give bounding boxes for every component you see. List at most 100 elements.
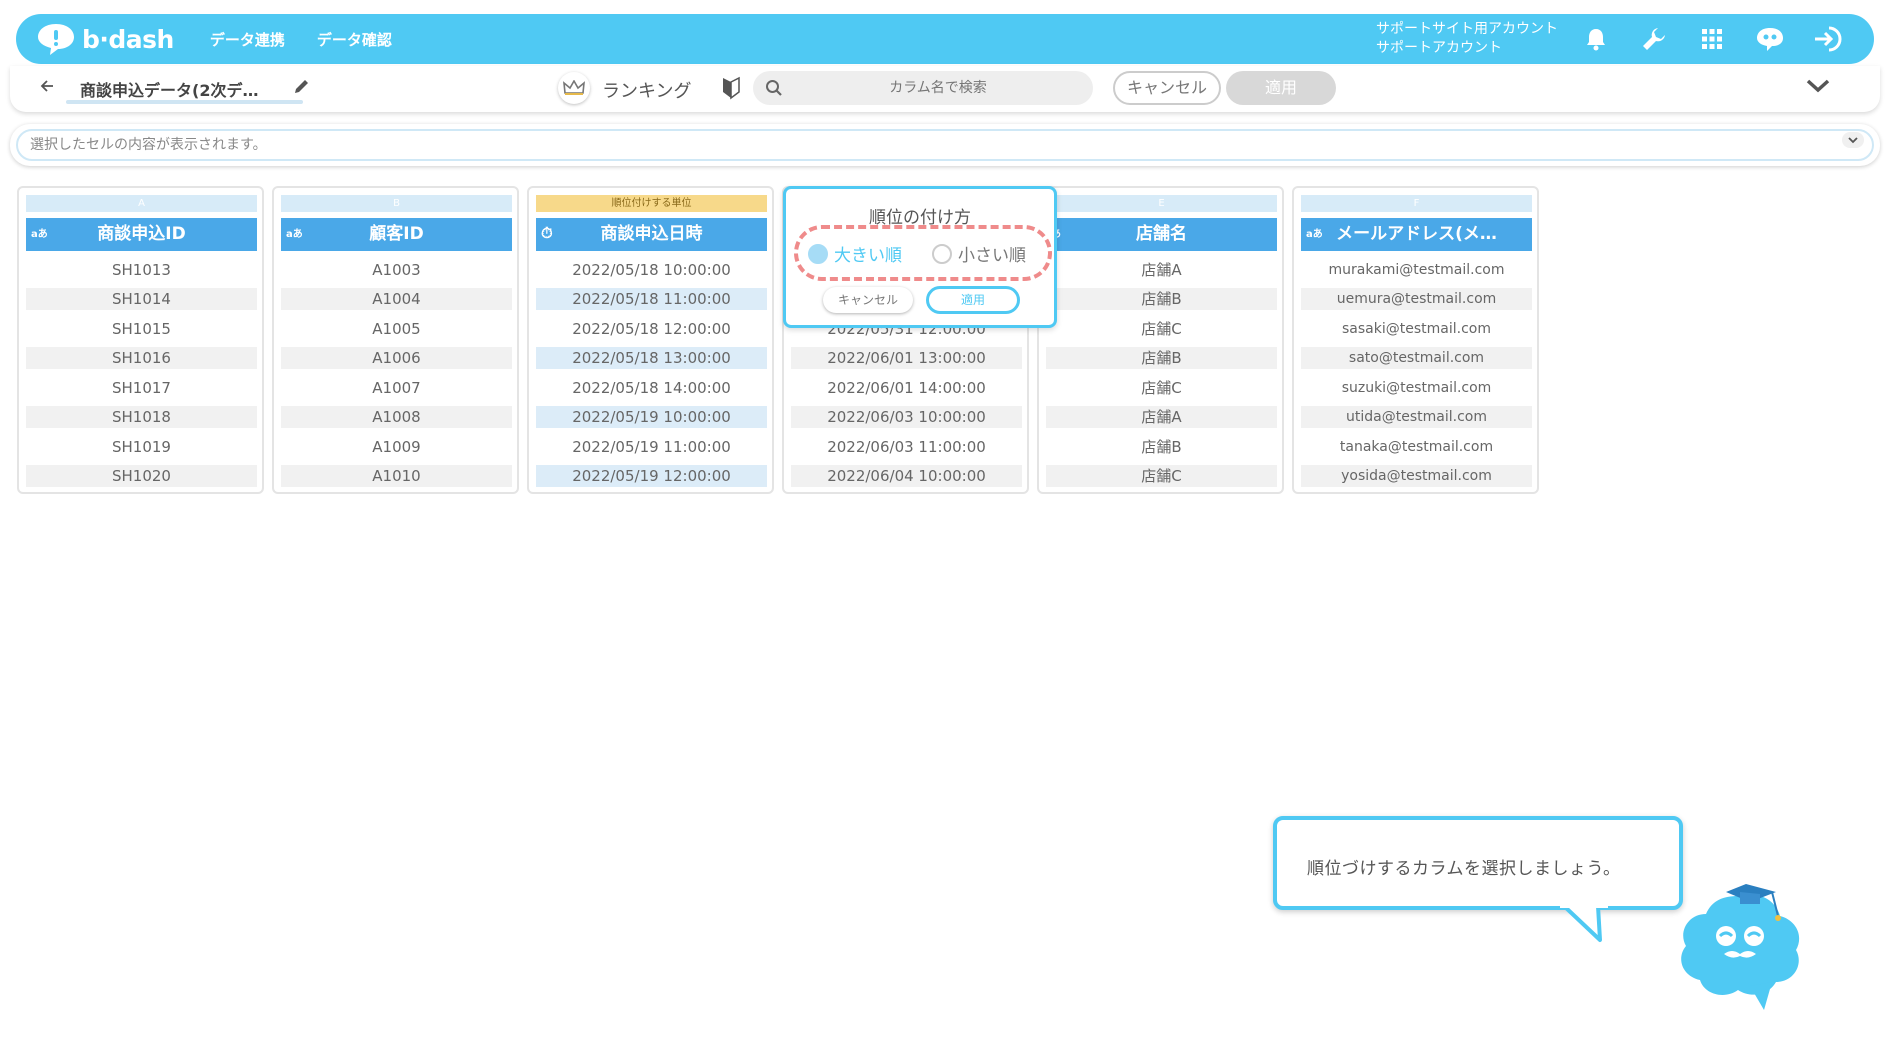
stopwatch-icon: ⏱ <box>541 224 553 242</box>
table-cell[interactable]: suzuki@testmail.com <box>1301 377 1532 399</box>
table-cell[interactable]: murakami@testmail.com <box>1301 259 1532 281</box>
dataset-toolbar: 商談申込データ(2次デ… ランキング キャンセル 適用 <box>10 66 1880 112</box>
column-header-label: 商談申込日時 <box>600 224 703 244</box>
table-cell[interactable]: 2022/05/19 11:00:00 <box>536 436 767 458</box>
table-cell[interactable]: SH1018 <box>26 406 257 428</box>
ranking-label: ランキング <box>602 81 692 102</box>
table-cell[interactable]: 2022/05/18 11:00:00 <box>536 288 767 310</box>
cell-content-display[interactable]: 選択したセルの内容が表示されます。 <box>16 129 1874 161</box>
table-cell[interactable]: A1010 <box>281 465 512 487</box>
table-cell[interactable]: 店舗A <box>1046 406 1277 428</box>
column-header[interactable]: aあ メールアドレス(メ… <box>1301 218 1532 251</box>
radio-circle[interactable] <box>932 243 952 264</box>
table-cell[interactable]: 店舗C <box>1046 465 1277 487</box>
table-cell[interactable]: 2022/05/18 13:00:00 <box>536 347 767 369</box>
table-cell[interactable]: A1004 <box>281 288 512 310</box>
table-cell[interactable]: SH1020 <box>26 465 257 487</box>
table-cell[interactable]: 2022/05/19 12:00:00 <box>536 465 767 487</box>
table-cell[interactable]: SH1014 <box>26 288 257 310</box>
search-input[interactable] <box>793 71 1083 105</box>
chevron-down-icon[interactable] <box>1842 132 1864 148</box>
logo[interactable]: b·dash <box>36 22 174 56</box>
table-cell[interactable]: 店舗B <box>1046 436 1277 458</box>
table-cell[interactable]: 店舗B <box>1046 288 1277 310</box>
table-cell[interactable]: A1009 <box>281 436 512 458</box>
column-letter: F <box>1301 195 1532 212</box>
column-letter: B <box>281 195 512 212</box>
table-cell[interactable]: 2022/06/03 10:00:00 <box>791 406 1022 428</box>
table-cell[interactable]: SH1017 <box>26 377 257 399</box>
table-cell[interactable]: A1007 <box>281 377 512 399</box>
radio-circle-selected[interactable] <box>808 243 828 264</box>
nav-data-check[interactable]: データ確認 <box>317 29 392 50</box>
column-header-label: 顧客ID <box>369 224 424 244</box>
logout-icon[interactable] <box>1812 23 1844 55</box>
column-b[interactable]: B aあ 顧客ID A1003 A1004 A1005 A1006 A1007 … <box>272 186 519 494</box>
column-search <box>753 71 1093 105</box>
crown-icon[interactable] <box>558 72 590 104</box>
column-header[interactable]: aあ 商談申込ID <box>26 218 257 251</box>
table-cell[interactable]: 店舗B <box>1046 347 1277 369</box>
logo-text: b·dash <box>82 24 174 54</box>
dataset-name[interactable]: 商談申込データ(2次デ… <box>80 77 258 101</box>
arrow-left-icon[interactable] <box>40 77 54 98</box>
table-cell[interactable]: yosida@testmail.com <box>1301 465 1532 487</box>
table-cell[interactable]: 2022/05/18 12:00:00 <box>536 318 767 340</box>
table-cell[interactable]: tanaka@testmail.com <box>1301 436 1532 458</box>
mascot-icon <box>1668 878 1818 1022</box>
column-c[interactable]: 順位付けする単位 ⏱ 商談申込日時 2022/05/18 10:00:00 20… <box>527 186 774 494</box>
cancel-button[interactable]: キャンセル <box>1113 71 1221 105</box>
account-user-name: サポートアカウント <box>1376 40 1502 56</box>
table-cell[interactable]: 2022/06/01 13:00:00 <box>791 347 1022 369</box>
table-cell[interactable]: 店舗C <box>1046 318 1277 340</box>
table-cell[interactable]: 店舗C <box>1046 377 1277 399</box>
table-cell[interactable]: utida@testmail.com <box>1301 406 1532 428</box>
table-cell[interactable]: A1005 <box>281 318 512 340</box>
table-cell[interactable]: sasaki@testmail.com <box>1301 318 1532 340</box>
chevron-down-icon[interactable] <box>1805 78 1831 98</box>
header-icons <box>1580 23 1844 55</box>
table-cell[interactable]: sato@testmail.com <box>1301 347 1532 369</box>
table-cell[interactable]: 店舗A <box>1046 259 1277 281</box>
table-cell[interactable]: SH1016 <box>26 347 257 369</box>
popover-apply-button[interactable]: 適用 <box>926 286 1020 314</box>
column-header-label: 商談申込ID <box>97 224 186 244</box>
logo-bubble-icon <box>36 22 76 56</box>
column-header[interactable]: aあ 顧客ID <box>281 218 512 251</box>
type-text-icon: aあ <box>31 229 48 240</box>
nav-data-integration[interactable]: データ連携 <box>210 29 285 50</box>
column-a[interactable]: A aあ 商談申込ID SH1013 SH1014 SH1015 SH1016 … <box>17 186 264 494</box>
column-header[interactable]: ⏱ 商談申込日時 <box>536 218 767 251</box>
column-header[interactable]: あ 店舗名 <box>1046 218 1277 251</box>
radio-descending[interactable]: 大きい順 <box>808 241 902 266</box>
table-cell[interactable]: SH1019 <box>26 436 257 458</box>
account-info[interactable]: サポートサイト用アカウント サポートアカウント <box>1376 20 1558 58</box>
table-cell[interactable]: SH1015 <box>26 318 257 340</box>
table-cell[interactable]: 2022/05/18 10:00:00 <box>536 259 767 281</box>
column-header-label: 店舗名 <box>1136 224 1187 244</box>
table-cell[interactable]: SH1013 <box>26 259 257 281</box>
table-cell[interactable]: A1003 <box>281 259 512 281</box>
table-cell[interactable]: A1008 <box>281 406 512 428</box>
table-cell[interactable]: 2022/06/04 10:00:00 <box>791 465 1022 487</box>
grid-icon[interactable] <box>1696 23 1728 55</box>
table-cell[interactable]: 2022/06/03 11:00:00 <box>791 436 1022 458</box>
popover-cancel-button[interactable]: キャンセル <box>823 287 913 313</box>
type-text-icon: aあ <box>1306 229 1323 240</box>
column-e[interactable]: E あ 店舗名 店舗A 店舗B 店舗C 店舗B 店舗C 店舗A 店舗B 店舗C <box>1037 186 1284 494</box>
table-cell[interactable]: 2022/05/18 14:00:00 <box>536 377 767 399</box>
table-cell[interactable]: 2022/05/19 10:00:00 <box>536 406 767 428</box>
beginner-mark-icon[interactable] <box>722 76 740 104</box>
radio-ascending[interactable]: 小さい順 <box>932 241 1026 266</box>
bell-icon[interactable] <box>1580 23 1612 55</box>
wrench-icon[interactable] <box>1638 23 1670 55</box>
pencil-icon[interactable] <box>293 77 311 99</box>
apply-button[interactable]: 適用 <box>1226 71 1336 105</box>
table-cell[interactable]: uemura@testmail.com <box>1301 288 1532 310</box>
mascot-chat-icon[interactable] <box>1754 23 1786 55</box>
tooltip-tail <box>1560 900 1610 948</box>
radio-descending-label: 大きい順 <box>834 246 902 266</box>
table-cell[interactable]: 2022/06/01 14:00:00 <box>791 377 1022 399</box>
table-cell[interactable]: A1006 <box>281 347 512 369</box>
column-f[interactable]: F aあ メールアドレス(メ… murakami@testmail.com ue… <box>1292 186 1539 494</box>
